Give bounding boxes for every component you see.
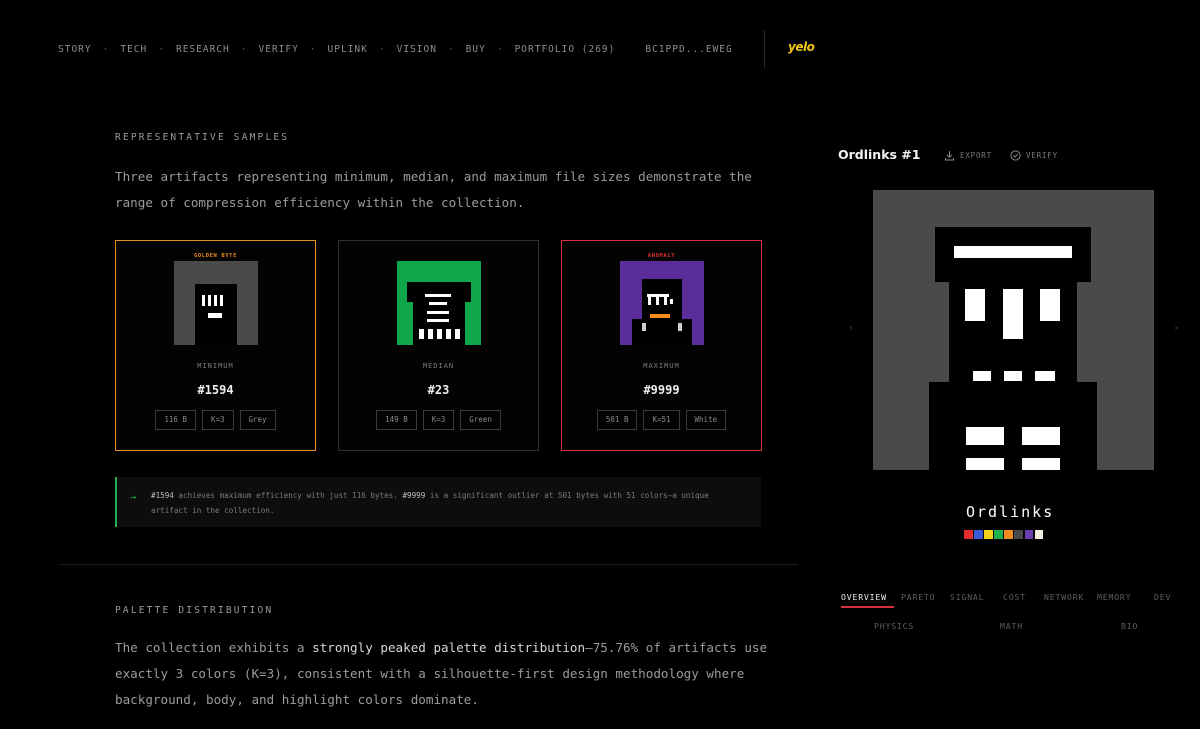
- nav-vision[interactable]: VISION: [397, 44, 437, 55]
- artifact-id: #23: [427, 383, 450, 397]
- anomaly-badge: ANOMALY: [647, 253, 676, 259]
- color-swatch: [1034, 530, 1044, 539]
- artifact-thumbnail: [397, 261, 481, 345]
- check-circle-icon: [1010, 150, 1021, 161]
- tab-memory[interactable]: MEMORY: [1097, 592, 1131, 602]
- color-swatch: [1014, 530, 1023, 539]
- tab-network[interactable]: NETWORK: [1044, 592, 1084, 602]
- rank-label: MINIMUM: [197, 362, 234, 370]
- artifact-preview: [873, 190, 1154, 470]
- nav-separator: ·: [158, 43, 165, 55]
- verify-label: VERIFY: [1026, 151, 1058, 160]
- nav-separator: ·: [309, 43, 317, 55]
- chip-row: 149 B K=3 Green: [339, 410, 538, 430]
- nav-separator: ·: [447, 43, 455, 55]
- export-button[interactable]: EXPORT: [944, 150, 992, 161]
- tab-bio[interactable]: BIO: [1121, 621, 1138, 631]
- tab-overview[interactable]: OVERVIEW: [841, 592, 887, 602]
- k-chip: K=3: [201, 410, 234, 430]
- verify-button[interactable]: VERIFY: [1010, 150, 1058, 161]
- color-chip: Grey: [239, 410, 276, 430]
- artifact-id: #9999: [643, 383, 680, 397]
- color-swatch: [974, 530, 983, 539]
- golden-byte-badge: GOLDEN BYTE: [193, 253, 238, 259]
- palette-description: The collection exhibits a strongly peake…: [115, 640, 768, 707]
- prev-chevron-icon[interactable]: ‹: [848, 321, 855, 334]
- nav-separator: ·: [240, 43, 248, 55]
- yelo-logo[interactable]: yelo: [788, 40, 815, 54]
- tab-math[interactable]: MATH: [1000, 621, 1023, 631]
- nav-story[interactable]: STORY: [58, 44, 92, 55]
- sample-card-maximum[interactable]: ANOMALY MAXIMUM #9999 501 B K=51 White: [561, 240, 762, 451]
- samples-heading: REPRESENTATIVE SAMPLES: [115, 132, 290, 143]
- active-tab-indicator: [841, 606, 894, 608]
- ordlinks-wordmark: Ordlinks: [966, 503, 1055, 521]
- color-chip: Green: [460, 410, 501, 430]
- callout-text: #1594 achieves maximum efficiency with j…: [151, 491, 709, 515]
- sample-card-minimum[interactable]: GOLDEN BYTE MINIMUM #1594 116 B K=3 Grey: [115, 240, 316, 451]
- top-nav: STORY · TECH · RESEARCH · VERIFY · UPLIN…: [58, 42, 733, 56]
- nav-divider: [764, 30, 765, 68]
- arrow-right-icon: →: [130, 492, 137, 503]
- tab-pareto[interactable]: PARETO: [901, 592, 935, 602]
- rank-label: MEDIAN: [422, 362, 455, 370]
- color-swatch: [964, 530, 973, 539]
- samples-description: Three artifacts representing minimum, me…: [115, 169, 752, 210]
- chip-row: 501 B K=51 White: [562, 410, 761, 430]
- palette-emphasis: strongly peaked palette distribution: [312, 640, 586, 655]
- color-swatch: [1004, 530, 1013, 539]
- nav-buy[interactable]: BUY: [466, 44, 486, 55]
- nav-separator: ·: [378, 43, 386, 55]
- color-swatch: [994, 530, 1003, 539]
- insight-callout: → #1594 achieves maximum efficiency with…: [115, 477, 761, 527]
- nav-separator: ·: [102, 43, 110, 55]
- export-label: EXPORT: [960, 151, 992, 160]
- nav-portfolio[interactable]: PORTFOLIO (269): [515, 44, 616, 55]
- wallet-address-button[interactable]: BC1PPD...EWEG: [645, 44, 732, 55]
- tab-physics[interactable]: PHYSICS: [874, 621, 914, 631]
- nav-uplink[interactable]: UPLINK: [328, 44, 368, 55]
- size-chip: 501 B: [596, 410, 638, 430]
- nav-research[interactable]: RESEARCH: [176, 44, 230, 55]
- palette-swatches: [964, 530, 1044, 539]
- size-chip: 116 B: [155, 410, 196, 430]
- section-divider: [60, 564, 798, 565]
- nav-verify[interactable]: VERIFY: [258, 44, 298, 55]
- sample-card-median[interactable]: MEDIAN #23 149 B K=3 Green: [338, 240, 539, 451]
- chip-row: 116 B K=3 Grey: [116, 410, 315, 430]
- size-chip: 149 B: [376, 410, 417, 430]
- panel-title: Ordlinks #1: [838, 147, 921, 162]
- k-chip: K=51: [643, 410, 680, 430]
- tab-cost[interactable]: COST: [1003, 592, 1026, 602]
- artifact-id: #1594: [197, 383, 234, 397]
- color-swatch: [984, 530, 993, 539]
- tab-signal[interactable]: SIGNAL: [950, 592, 984, 602]
- nav-tech[interactable]: TECH: [120, 44, 147, 55]
- download-icon: [944, 150, 955, 161]
- artifact-thumbnail: [174, 261, 258, 345]
- rank-label: MAXIMUM: [643, 362, 680, 370]
- artifact-thumbnail: [620, 261, 704, 345]
- nav-separator: ·: [496, 43, 504, 55]
- color-swatch: [1024, 530, 1034, 539]
- tab-dev[interactable]: DEV: [1154, 592, 1171, 602]
- k-chip: K=3: [422, 410, 455, 430]
- next-chevron-icon[interactable]: ›: [1173, 321, 1180, 334]
- callout-id-max: #9999: [402, 491, 426, 500]
- palette-heading: PALETTE DISTRIBUTION: [115, 605, 274, 616]
- color-chip: White: [685, 410, 727, 430]
- callout-id-min: #1594: [151, 491, 174, 500]
